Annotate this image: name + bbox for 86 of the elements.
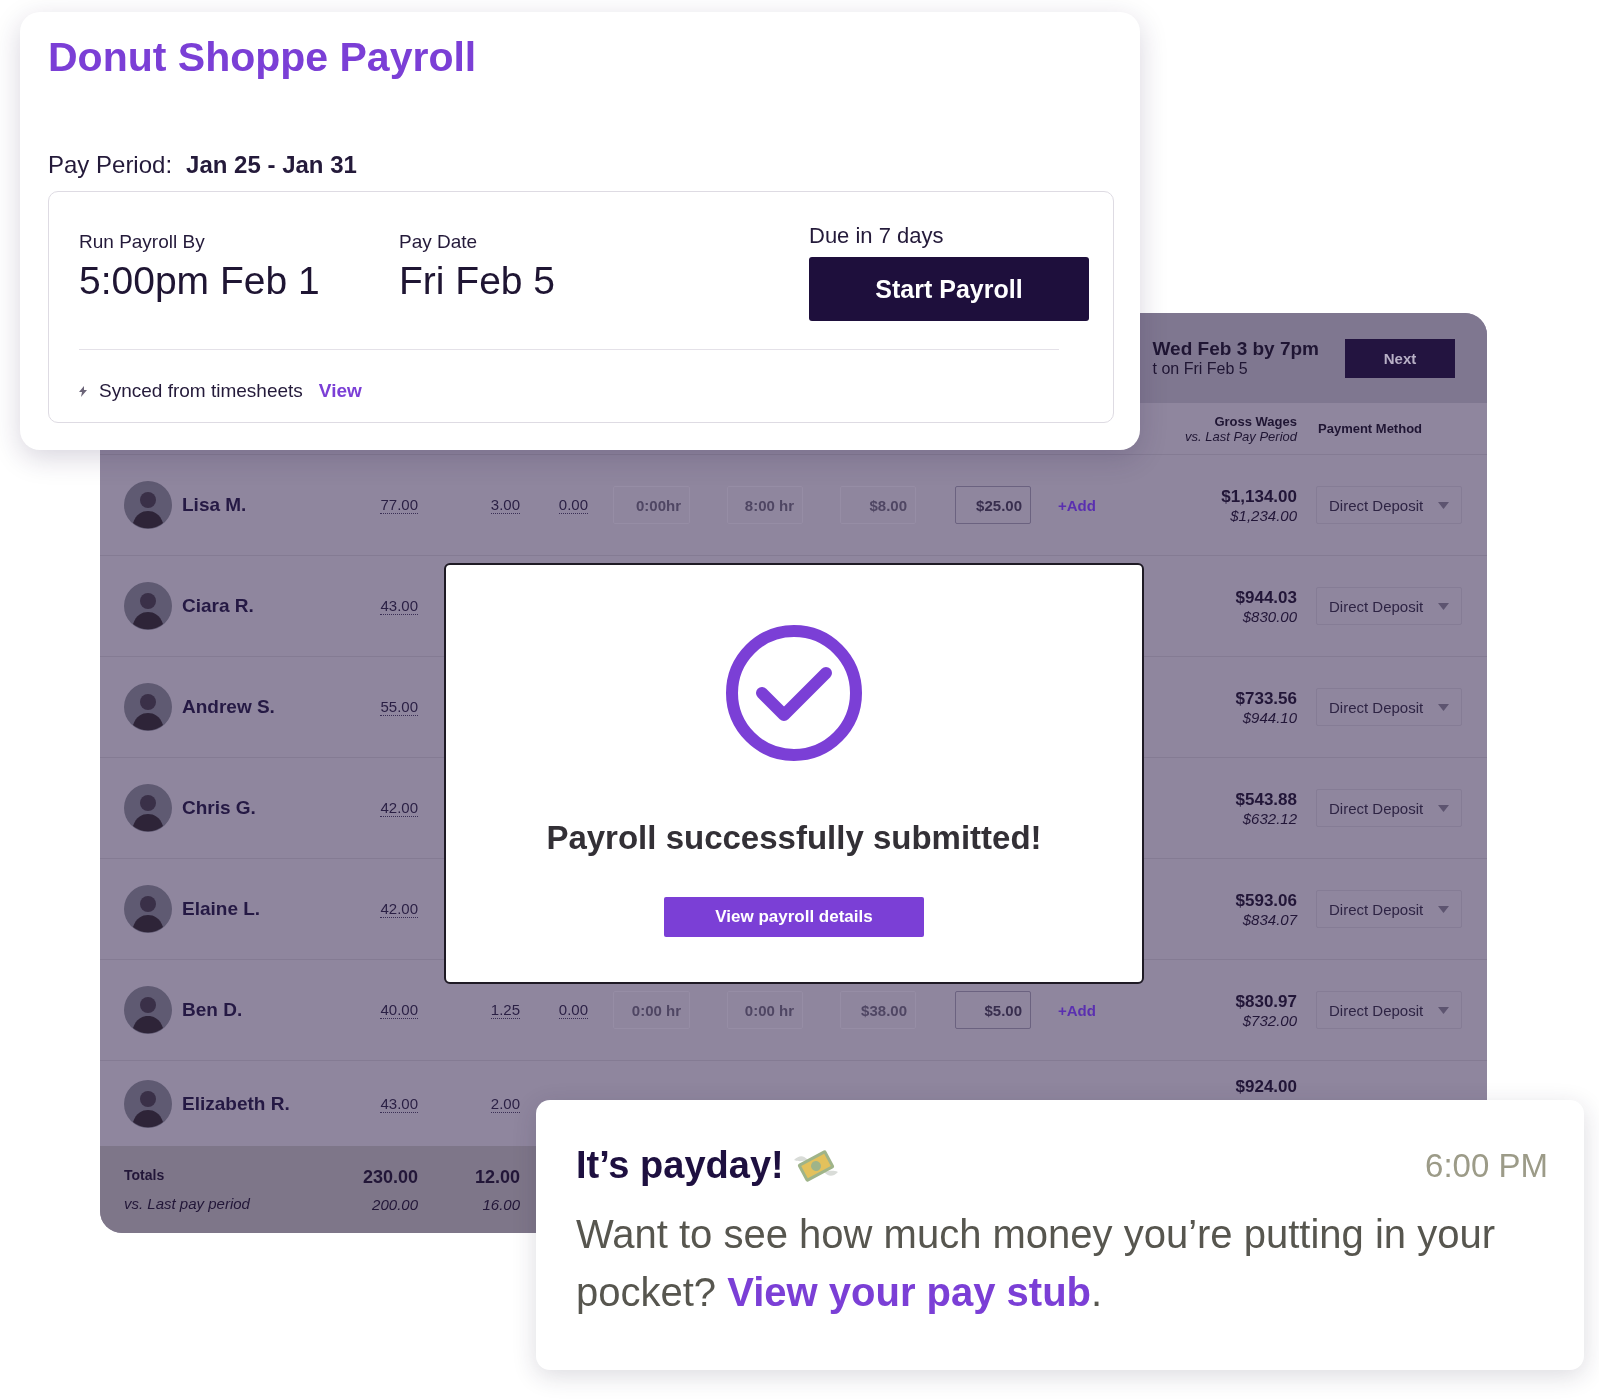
add-link[interactable]: +Add: [1058, 1001, 1110, 1019]
pay-date-label: Pay Date: [399, 231, 479, 253]
check-circle-icon: [724, 623, 864, 763]
last-gross-wages: $944.10: [1242, 708, 1297, 726]
next-button[interactable]: Next: [1345, 338, 1455, 378]
gross-wages: $1,134.00: [1221, 486, 1297, 507]
caret-icon: [1438, 703, 1449, 711]
totals-sublabel: vs. Last pay period: [124, 1195, 251, 1212]
due-text: Due in 7 days: [809, 223, 945, 249]
page-title: Donut Shoppe Payroll: [48, 34, 478, 81]
pay-period-label: Pay Period:: [48, 151, 173, 179]
avatar-icon: [124, 582, 172, 630]
employee-name: Ciara R.: [182, 595, 255, 617]
hours-value: 0.00: [558, 496, 588, 514]
notification-time: 6:00 PM: [1425, 1146, 1548, 1185]
run-by-label: Run Payroll By: [79, 231, 206, 253]
payment-method-dropdown[interactable]: Direct Deposit: [1316, 486, 1462, 524]
caret-icon: [1438, 905, 1449, 913]
hours-value: 55.00: [380, 698, 418, 716]
total-value: 230.00: [362, 1166, 418, 1188]
caret-icon: [1438, 602, 1449, 610]
hours-value: 3.00: [490, 496, 520, 514]
avatar-icon: [124, 885, 172, 933]
employee-name: Chris G.: [182, 797, 257, 819]
gross-wages: $543.88: [1235, 789, 1297, 810]
caret-icon: [1438, 1006, 1449, 1014]
hours-value: 77.00: [380, 496, 418, 514]
payment-method-dropdown[interactable]: Direct Deposit: [1316, 688, 1462, 726]
last-total-value: 200.00: [372, 1195, 418, 1213]
amount-field[interactable]: $5.00: [955, 991, 1031, 1029]
deadline-text: Wed Feb 3 by 7pm: [1152, 338, 1319, 360]
hours-value: 2.00: [490, 1094, 520, 1113]
hours-value: 0.00: [558, 1001, 588, 1019]
gross-wages: $944.03: [1235, 587, 1297, 608]
avatar-icon: [124, 784, 172, 832]
pay-period-value: Jan 25 - Jan 31: [186, 151, 357, 179]
column-subheader: vs. Last Pay Period: [1185, 428, 1297, 444]
last-gross-wages: $834.07: [1242, 910, 1297, 928]
gross-wages: $593.06: [1235, 890, 1297, 911]
success-message: Payroll successfully submitted!: [546, 819, 1042, 857]
total-value: 12.00: [474, 1166, 520, 1188]
pay-date-note: t on Fri Feb 5: [1152, 360, 1249, 378]
notification-title: It’s payday!: [576, 1144, 784, 1187]
add-link[interactable]: +Add: [1058, 496, 1110, 514]
bolt-icon: [79, 385, 87, 397]
employee-name: Lisa M.: [182, 494, 248, 516]
totals-label: Totals: [124, 1167, 166, 1183]
pay-date-value: Fri Feb 5: [399, 259, 557, 303]
hours-value: 42.00: [380, 900, 418, 918]
avatar-icon: [124, 1079, 172, 1128]
amount-field[interactable]: $25.00: [955, 486, 1031, 524]
gross-wages: $830.97: [1235, 991, 1297, 1012]
column-header: Gross Wages: [1214, 413, 1297, 429]
last-gross-wages: $632.12: [1242, 809, 1297, 827]
sync-text: Synced from timesheets: [99, 380, 303, 402]
hours-value: 1.25: [490, 1001, 520, 1019]
hours-value: 42.00: [380, 799, 418, 817]
employee-name: Andrew S.: [182, 696, 276, 718]
payment-method-dropdown[interactable]: Direct Deposit: [1316, 789, 1462, 827]
view-details-button[interactable]: View payroll details: [664, 897, 924, 937]
employee-name: Elizabeth R.: [182, 1092, 291, 1115]
last-gross-wages: $1,234.00: [1230, 506, 1297, 524]
employee-name: Elaine L.: [182, 898, 262, 920]
avatar-icon: [124, 683, 172, 731]
last-total-value: 16.00: [482, 1195, 520, 1213]
column-header: Payment Method: [1317, 421, 1423, 436]
caret-icon: [1438, 804, 1449, 812]
gross-wages: $924.00: [1235, 1077, 1297, 1097]
run-by-value: 5:00pm Feb 1: [79, 259, 321, 303]
gross-wages: $733.56: [1235, 688, 1297, 709]
hours-value: 43.00: [380, 1094, 418, 1113]
payment-method-dropdown[interactable]: Direct Deposit: [1316, 890, 1462, 928]
hours-value: 43.00: [380, 597, 418, 615]
pay-stub-link[interactable]: View your pay stub: [727, 1270, 1092, 1314]
avatar-icon: [124, 986, 172, 1034]
last-gross-wages: $830.00: [1242, 607, 1297, 625]
last-gross-wages: $732.00: [1242, 1011, 1297, 1029]
hours-value: 40.00: [380, 1001, 418, 1019]
employee-name: Ben D.: [182, 999, 244, 1021]
caret-icon: [1438, 501, 1449, 509]
view-link[interactable]: View: [318, 380, 362, 402]
notification-text: Want to see how much money you’re putting in your pocket? View your pay stub.: [576, 1211, 1496, 1316]
payment-method-dropdown[interactable]: Direct Deposit: [1316, 991, 1462, 1029]
avatar-icon: [124, 481, 172, 529]
payment-method-dropdown[interactable]: Direct Deposit: [1316, 587, 1462, 625]
start-payroll-button[interactable]: Start Payroll: [809, 257, 1089, 321]
